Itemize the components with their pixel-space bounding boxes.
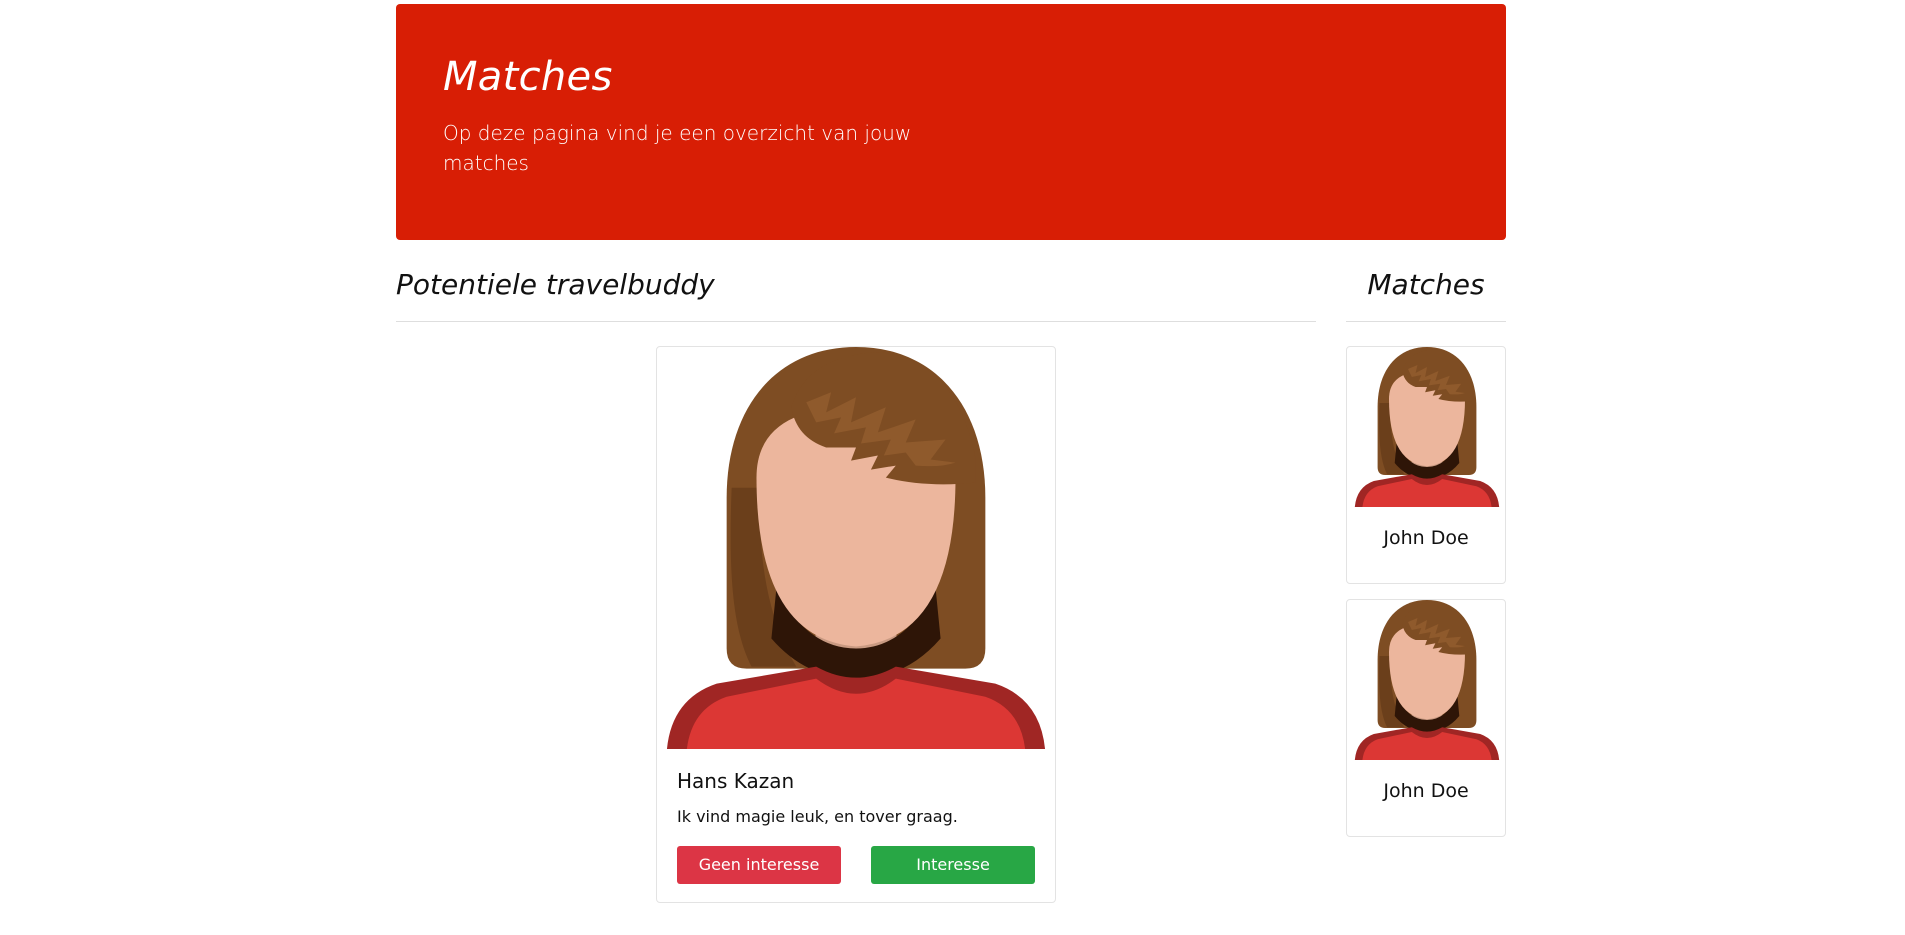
female-avatar-icon <box>1351 347 1503 507</box>
match-card[interactable]: John Doe <box>1346 346 1506 584</box>
buddy-description: Ik vind magie leuk, en tover graag. <box>677 807 958 826</box>
match-name: John Doe <box>1383 527 1469 549</box>
female-avatar-icon <box>1351 600 1503 760</box>
no-interest-button[interactable]: Geen interesse <box>677 846 841 884</box>
interest-button[interactable]: Interesse <box>871 846 1035 884</box>
page-title: Matches <box>443 54 613 100</box>
buddy-section-title: Potentiele travelbuddy <box>396 268 715 301</box>
page-subtitle: Op deze pagina vind je een overzicht van… <box>443 121 912 175</box>
matches-section-divider <box>1346 321 1506 322</box>
buddy-section-divider <box>396 321 1316 322</box>
buddy-name: Hans Kazan <box>677 769 795 793</box>
buddy-card: Hans Kazan Ik vind magie leuk, en tover … <box>656 346 1056 903</box>
match-name: John Doe <box>1383 780 1469 802</box>
hero-banner: Matches Op deze pagina vind je een overz… <box>396 4 1506 240</box>
matches-section-title: Matches <box>1367 268 1485 301</box>
female-avatar-icon <box>657 347 1055 749</box>
match-card[interactable]: John Doe <box>1346 599 1506 837</box>
